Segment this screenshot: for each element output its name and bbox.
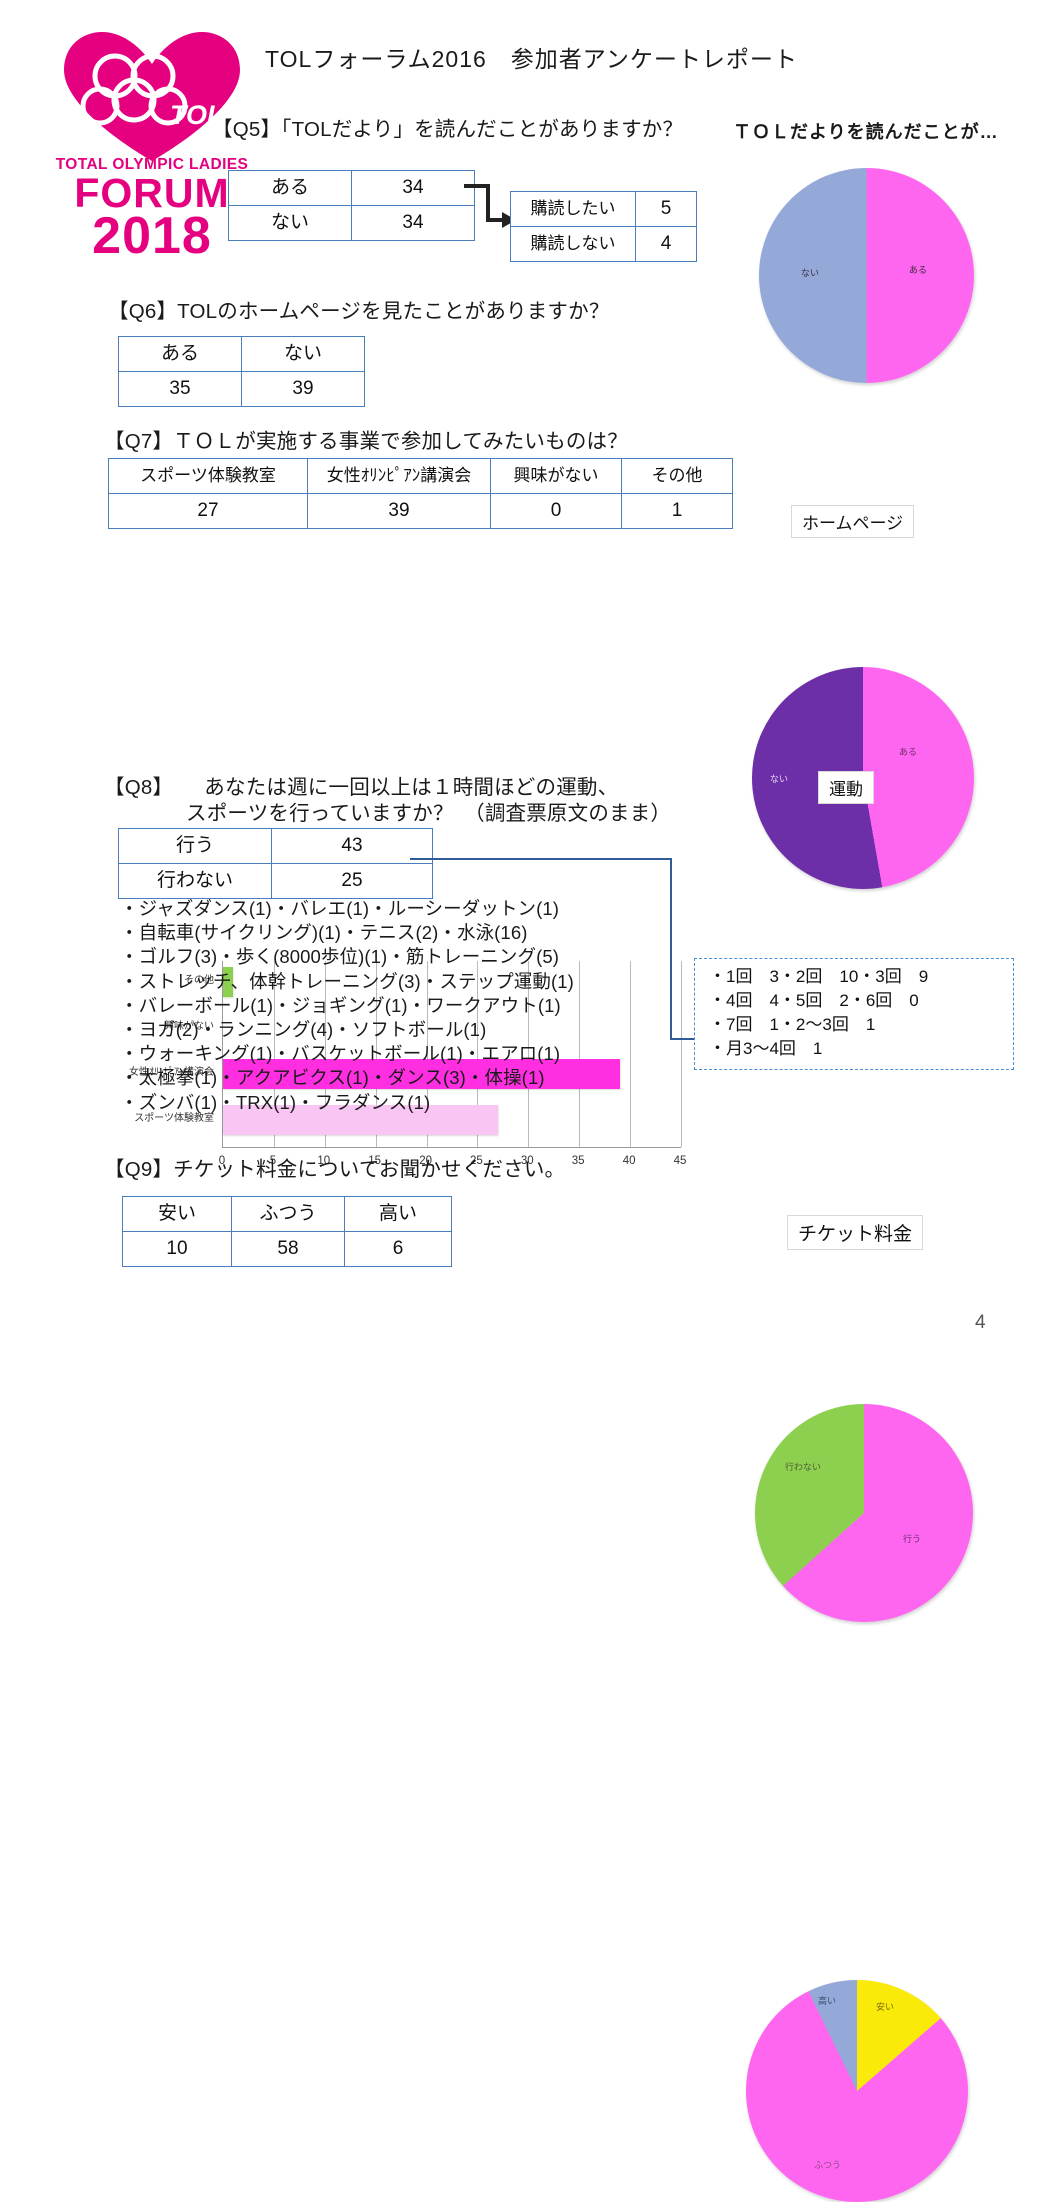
q9-value-1: 58 <box>231 1231 345 1267</box>
q5-row0-value: 34 <box>351 170 475 206</box>
q9-value-0: 10 <box>122 1231 232 1267</box>
q8-row0-value: 43 <box>271 828 433 864</box>
x-tick-8: 40 <box>622 1155 636 1167</box>
q5-slice-label-nai: ない <box>801 268 820 278</box>
list-item: ・ジャズダンス(1)・バレエ(1)・ルーシーダットン(1) <box>120 898 560 919</box>
q6-table: ある ない 35 39 <box>118 336 365 407</box>
x-tick-9: 45 <box>673 1155 687 1167</box>
q5-slice-label-aru: ある <box>909 265 928 275</box>
q7-value-3: 1 <box>621 493 733 529</box>
heart-logo-icon: TOL <box>64 32 240 161</box>
q6-header-0: ある <box>118 336 242 372</box>
freq-line-1: ・4回 4・5回 2・6回 0 <box>709 991 919 1010</box>
gridline <box>579 961 581 1147</box>
list-item: ・ウォーキング(1)・バスケットボール(1)・エアロ(1) <box>120 1043 561 1065</box>
q8-chart-callout: 運動 <box>818 771 874 804</box>
list-item: ・ズンバ(1)・TRX(1)・フラダンス(1) <box>120 1091 431 1113</box>
q8-pie-chart: 行う 行わない <box>755 1404 973 1622</box>
freq-line-2: ・7回 1・2〜3回 1 <box>709 1015 876 1034</box>
q9-header-0: 安い <box>122 1196 232 1232</box>
q5-row1-value: 34 <box>351 205 475 241</box>
q5-sub-row0-label: 購読したい <box>510 191 636 227</box>
list-item: ・太極拳(1)・アクアビクス(1)・ダンス(3)・体操(1) <box>120 1067 545 1089</box>
q7-value-0: 27 <box>108 493 308 529</box>
list-item: ・自転車(サイクリング)(1)・テニス(2)・水泳(16) <box>120 922 528 944</box>
q9-slice-label-futsuu: ふつう <box>814 2160 842 2170</box>
q9-chart-callout: チケット料金 <box>787 1215 924 1250</box>
table-row: 27 39 0 1 <box>108 493 733 529</box>
q8-question-line2: スポーツを行っていますか？ （調査票原文のまま） <box>186 802 672 825</box>
q5-chart-title: ＴＯＬだよりを読んだことが… <box>733 122 999 142</box>
q7-value-2: 0 <box>490 493 622 529</box>
q9-header-2: 高い <box>344 1196 452 1232</box>
list-item: ・ヨガ(2)・ランニング(4)・ソフトボール(1) <box>120 1019 487 1041</box>
q8-row1-value: 25 <box>271 863 433 899</box>
list-item: ・バレーボール(1)・ジョギング(1)・ワークアウト(1) <box>120 994 561 1016</box>
table-row: 購読したい 5 <box>510 191 697 227</box>
tol-forum-logo: TOL TOTAL OLYMPIC LADIES FORUM 2018 <box>52 28 252 263</box>
x-tick-7: 35 <box>571 1155 585 1167</box>
q6-value-0: 35 <box>118 371 242 407</box>
q9-header-1: ふつう <box>231 1196 345 1232</box>
q8-frequency-box: ・1回 3・2回 10・3回 9 ・4回 4・5回 2・6回 0 ・7回 1・2… <box>694 958 1014 1070</box>
table-row: 35 39 <box>118 371 365 407</box>
q5-pie-chart: ある ない <box>759 168 974 383</box>
q6-question: 【Q6】TOLのホームページを見たことがありますか？ <box>108 300 610 323</box>
q8-connector-vertical <box>670 858 672 1040</box>
table-row: 行わない 25 <box>118 863 433 899</box>
q5-sub-row1-value: 4 <box>635 226 697 262</box>
q5-sub-row1-label: 購読しない <box>510 226 636 262</box>
q7-header-3: その他 <box>621 458 733 494</box>
logo-year-text: 2018 <box>92 206 212 265</box>
table-row: ある 34 <box>228 170 475 206</box>
q9-slice-label-takai: 高い <box>818 1996 837 2006</box>
q7-table: スポーツ体験教室 女性ｵﾘﾝﾋﾟｱﾝ講演会 興味がない その他 27 39 0 … <box>108 458 733 529</box>
q5-subscribe-table: 購読したい 5 購読しない 4 <box>510 191 697 262</box>
q8-connector-top <box>410 858 672 860</box>
freq-line-3: ・月3〜4回 1 <box>709 1039 823 1058</box>
q9-pie-chart: 安い ふつう 高い <box>746 1980 968 2202</box>
page-number: 4 <box>975 1312 986 1333</box>
gridline <box>630 961 632 1147</box>
q5-row0-label: ある <box>228 170 352 206</box>
q8-row1-label: 行わない <box>118 863 272 899</box>
q5-question: 【Q5】「TOLだより」を読んだことがありますか？ <box>212 118 684 141</box>
q7-header-2: 興味がない <box>490 458 622 494</box>
q9-slice-label-yasui: 安い <box>876 2002 895 2012</box>
q8-slice-label-okonau: 行う <box>903 1534 922 1544</box>
table-row: スポーツ体験教室 女性ｵﾘﾝﾋﾟｱﾝ講演会 興味がない その他 <box>108 458 733 494</box>
table-row: 購読しない 4 <box>510 226 697 262</box>
q5-sub-row0-value: 5 <box>635 191 697 227</box>
q8-slice-label-okonawanai: 行わない <box>785 1462 822 1472</box>
q7-question: 【Q7】ＴＯＬが実施する事業で参加してみたいものは？ <box>104 430 628 453</box>
table-row: ない 34 <box>228 205 475 241</box>
q8-row0-label: 行う <box>118 828 272 864</box>
table-row: ある ない <box>118 336 365 372</box>
document-title: TOLフォーラム2016 参加者アンケートレポート <box>265 46 798 72</box>
q9-value-2: 6 <box>344 1231 452 1267</box>
list-item: ・ストレッチ、体幹トレーニング(3)・ステップ運動(1) <box>120 970 574 992</box>
table-row: 行う 43 <box>118 828 433 864</box>
q6-slice-label-aru: ある <box>899 747 918 757</box>
q7-header-1: 女性ｵﾘﾝﾋﾟｱﾝ講演会 <box>307 458 491 494</box>
q9-table: 安い ふつう 高い 10 58 6 <box>122 1196 452 1267</box>
q6-chart-callout: ホームページ <box>791 505 915 538</box>
table-row: 安い ふつう 高い <box>122 1196 452 1232</box>
q5-table: ある 34 ない 34 <box>228 170 475 241</box>
q6-header-1: ない <box>241 336 365 372</box>
q8-sports-list: ・ジャズダンス(1)・バレエ(1)・ルーシーダットン(1) ・自転車(サイクリン… <box>120 897 574 1115</box>
q7-header-0: スポーツ体験教室 <box>108 458 308 494</box>
list-item: ・ゴルフ(3)・歩く(8000歩位)(1)・筋トレーニング(5) <box>120 946 560 968</box>
report-page: TOL TOTAL OLYMPIC LADIES FORUM 2018 TOLフ… <box>0 0 1050 2202</box>
q9-question: 【Q9】チケット料金についてお聞かせください。 <box>104 1158 566 1181</box>
q8-connector-bottom <box>670 1038 696 1040</box>
q6-value-1: 39 <box>241 371 365 407</box>
q7-value-1: 39 <box>307 493 491 529</box>
q8-table: 行う 43 行わない 25 <box>118 828 433 899</box>
freq-line-0: ・1回 3・2回 10・3回 9 <box>709 967 929 986</box>
q5-row1-label: ない <box>228 205 352 241</box>
table-row: 10 58 6 <box>122 1231 452 1267</box>
gridline <box>681 961 682 1147</box>
q6-slice-label-nai: ない <box>770 774 789 784</box>
